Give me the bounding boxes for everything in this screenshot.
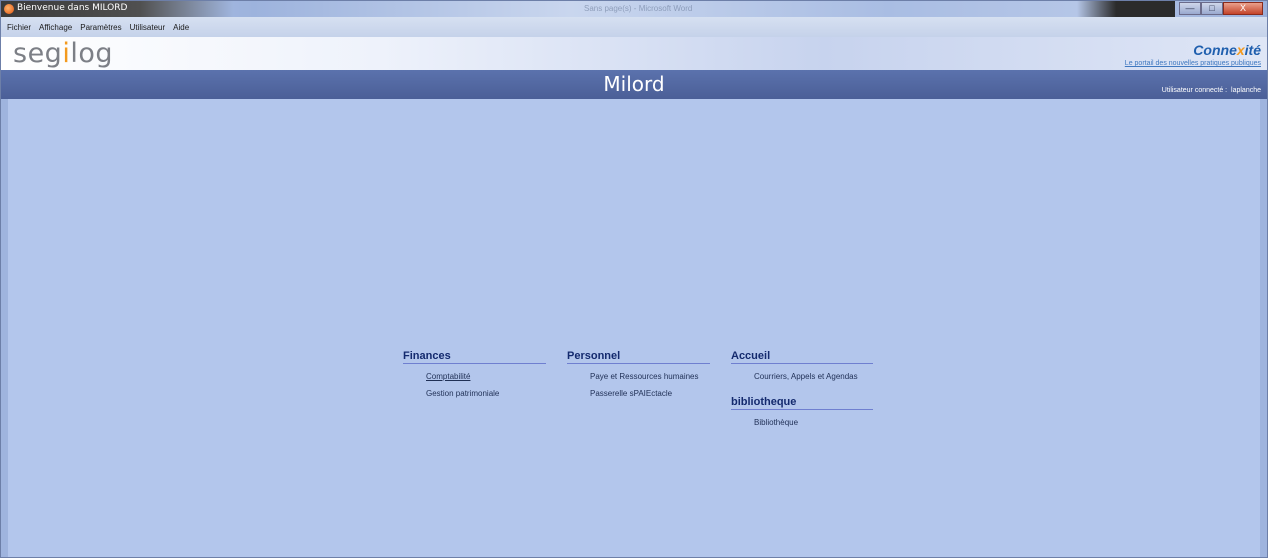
close-button[interactable]: X	[1223, 2, 1263, 15]
link-comptabilite[interactable]: Comptabilité	[403, 372, 546, 381]
main-panel: Finances Comptabilité Gestion patrimonia…	[8, 99, 1260, 557]
segilog-logo-part: seg	[13, 38, 63, 69]
logo-band: segilog Connexité Le portail des nouvell…	[1, 37, 1267, 70]
connexite-logo[interactable]: Connexité	[1193, 42, 1261, 58]
app-icon[interactable]	[4, 4, 14, 14]
link-paye-rh[interactable]: Paye et Ressources humaines	[567, 372, 710, 381]
section-personnel: Personnel Paye et Ressources humaines Pa…	[567, 350, 710, 398]
link-bibliotheque[interactable]: Bibliothèque	[731, 418, 873, 427]
app-window: Bienvenue dans MILORD Sans page(s) - Mic…	[0, 0, 1268, 558]
section-bibliotheque: bibliotheque Bibliothèque	[731, 396, 873, 427]
section-accueil: Accueil Courriers, Appels et Agendas	[731, 350, 873, 381]
window-controls: — □ X	[1179, 2, 1263, 15]
menu-aide[interactable]: Aide	[173, 23, 189, 32]
window-title: Bienvenue dans MILORD	[17, 3, 128, 13]
connexite-tagline-link[interactable]: Le portail des nouvelles pratiques publi…	[1125, 60, 1261, 67]
section-finances: Finances Comptabilité Gestion patrimonia…	[403, 350, 546, 398]
section-title-finances: Finances	[403, 350, 546, 364]
section-title-accueil: Accueil	[731, 350, 873, 364]
section-title-personnel: Personnel	[567, 350, 710, 364]
connexite-logo-part: ité	[1244, 42, 1261, 58]
menu-bar: Fichier Affichage Paramètres Utilisateur…	[1, 17, 1267, 37]
minimize-button[interactable]: —	[1179, 2, 1201, 15]
background-window-title: Sans page(s) - Microsoft Word	[584, 4, 693, 13]
menu-fichier[interactable]: Fichier	[7, 23, 31, 32]
link-gestion-patrimoniale[interactable]: Gestion patrimoniale	[403, 389, 546, 398]
menu-utilisateur[interactable]: Utilisateur	[130, 23, 166, 32]
connected-user: Utilisateur connecté : laplanche	[1162, 87, 1261, 94]
menu-affichage[interactable]: Affichage	[39, 23, 72, 32]
link-passerelle-spaiectacle[interactable]: Passerelle sPAIEctacle	[567, 389, 710, 398]
maximize-button[interactable]: □	[1201, 2, 1223, 15]
link-courriers-appels-agendas[interactable]: Courriers, Appels et Agendas	[731, 372, 873, 381]
connexite-logo-part: Conne	[1193, 42, 1237, 58]
app-name-title: Milord	[603, 72, 665, 96]
menu-parametres[interactable]: Paramètres	[80, 23, 121, 32]
section-title-bibliotheque: bibliotheque	[731, 396, 873, 410]
header-band: Milord Utilisateur connecté : laplanche	[1, 70, 1267, 99]
title-bar-shade	[1077, 1, 1175, 17]
segilog-logo-part: log	[70, 38, 114, 69]
connected-user-name: laplanche	[1231, 87, 1261, 94]
connected-user-label: Utilisateur connecté :	[1161, 87, 1228, 94]
connexite-logo-x: x	[1236, 42, 1245, 58]
title-bar[interactable]: Bienvenue dans MILORD Sans page(s) - Mic…	[1, 1, 1267, 17]
segilog-logo: segilog	[13, 40, 113, 68]
